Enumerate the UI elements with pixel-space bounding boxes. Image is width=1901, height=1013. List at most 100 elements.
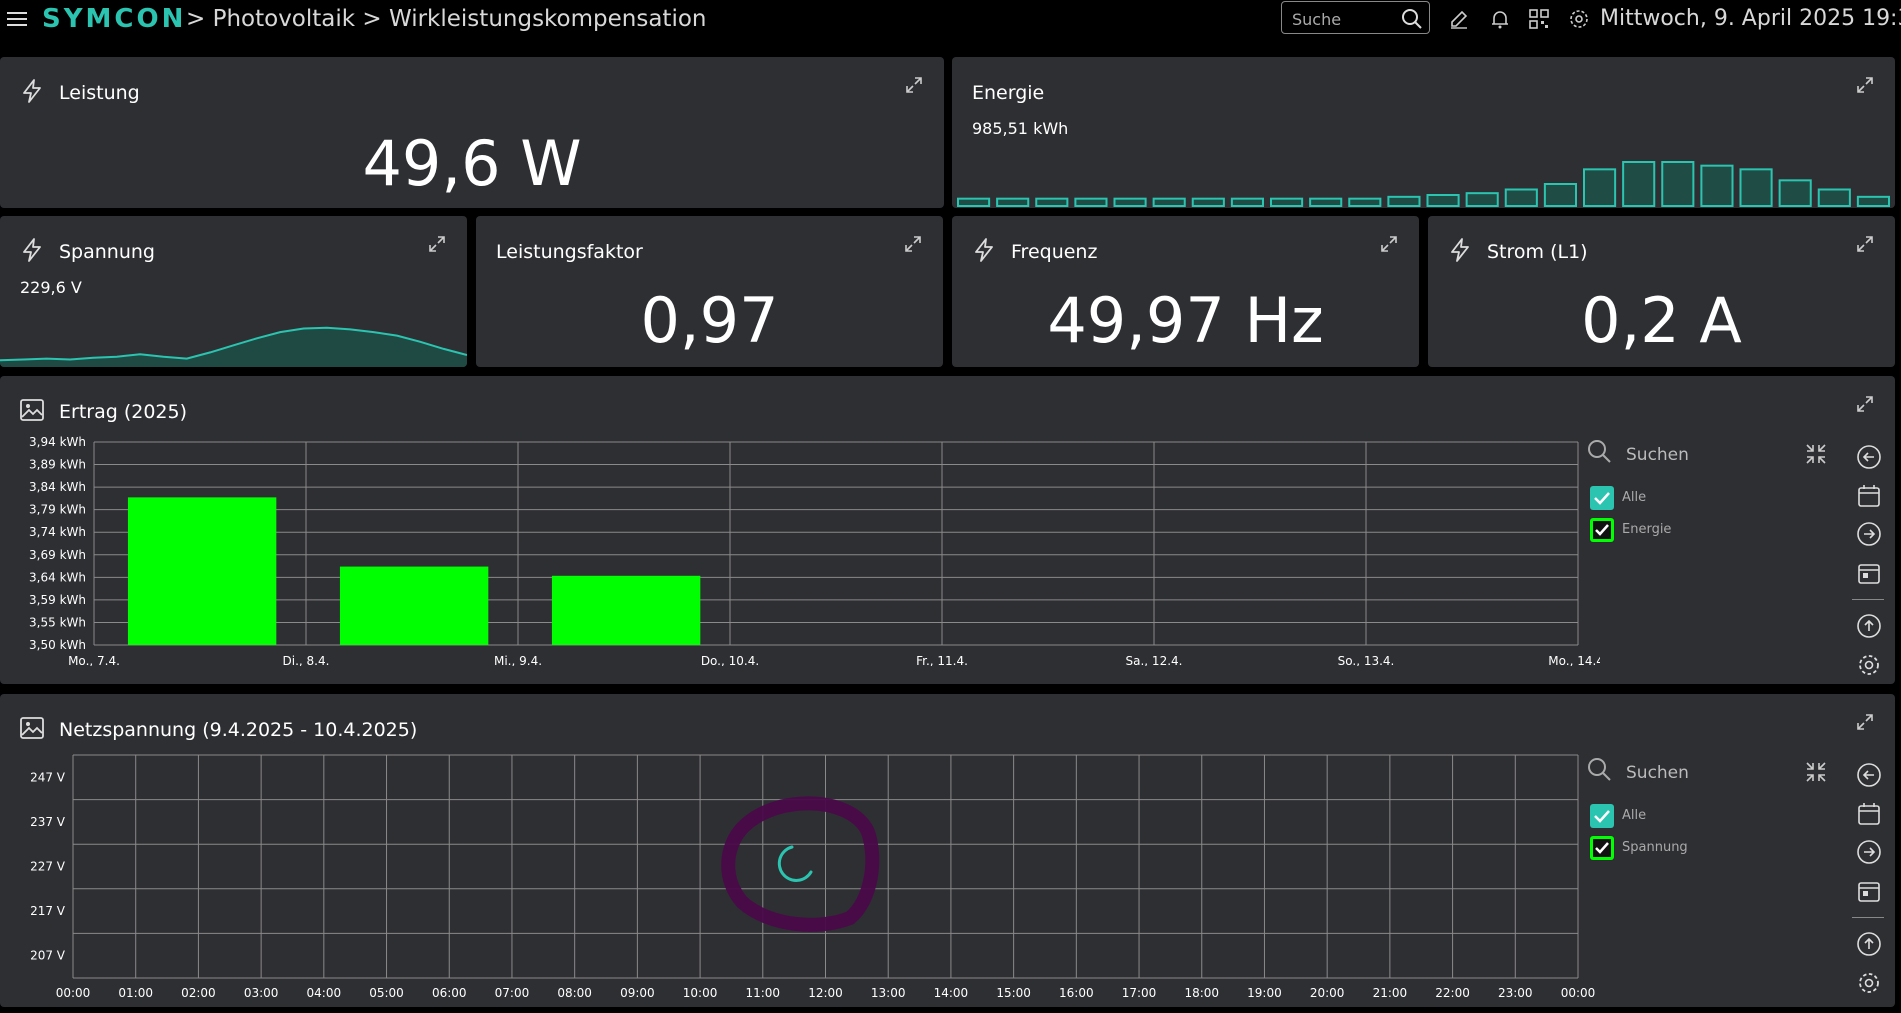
energy-bar (1504, 188, 1538, 207)
collapse-icon[interactable] (1804, 760, 1828, 784)
energy-bar (996, 197, 1030, 208)
energy-bar (1191, 197, 1225, 208)
arrow-up-circle-icon[interactable] (1856, 931, 1882, 957)
expand-icon[interactable] (1855, 234, 1875, 254)
image-icon (20, 717, 44, 739)
checkbox-alle[interactable] (1590, 804, 1614, 828)
y-tick-label: 3,84 kWh (29, 480, 86, 494)
energy-bar (957, 197, 991, 208)
x-tick-label: 03:00 (244, 986, 279, 997)
x-tick-label: 11:00 (745, 986, 780, 997)
calendar-today-icon[interactable] (1856, 560, 1882, 586)
legend-label: Energie (1622, 522, 1672, 537)
tile-leistungsfaktor[interactable]: Leistungsfaktor 0,97 (476, 216, 943, 367)
x-tick-label: 21:00 (1373, 986, 1408, 997)
y-tick-label: 3,94 kWh (29, 436, 86, 449)
energy-bar (1543, 183, 1577, 207)
x-tick-label: Sa., 12.4. (1126, 654, 1183, 666)
arrow-up-circle-icon[interactable] (1856, 613, 1882, 639)
x-tick-label: 09:00 (620, 986, 655, 997)
rail-divider (1852, 917, 1884, 918)
expand-icon[interactable] (1379, 234, 1399, 254)
netzspannung-line-chart: 247 V 237 V 227 V 217 V 207 V 00:00 01:00 02:00… (30, 754, 1596, 997)
arrow-left-circle-icon[interactable] (1856, 762, 1882, 788)
x-tick-label: 00:00 (56, 986, 91, 997)
chart-card-netzspannung: Netzspannung (9.4.2025 - 10.4.2025) 247 … (0, 694, 1895, 1007)
tile-value: 49,97 Hz (1047, 284, 1324, 357)
chart-title: Ertrag (2025) (59, 401, 187, 423)
x-tick-label: Fr., 11.4. (916, 654, 968, 666)
expand-icon[interactable] (1855, 394, 1875, 414)
tile-value: 985,51 kWh (972, 119, 1069, 138)
energy-bar (1426, 194, 1460, 207)
x-tick-label: 08:00 (557, 986, 592, 997)
x-tick-label: 22:00 (1435, 986, 1470, 997)
gear-icon[interactable] (1856, 652, 1882, 678)
expand-icon[interactable] (903, 234, 923, 254)
energy-bar (1465, 192, 1499, 208)
expand-icon[interactable] (1855, 712, 1875, 732)
y-tick-label: 3,64 kWh (29, 570, 86, 584)
energy-bar (1035, 197, 1069, 208)
search-icon (1588, 440, 1611, 463)
expand-icon[interactable] (427, 234, 447, 254)
tile-title: Energie (972, 82, 1045, 104)
legend-label: Alle (1622, 808, 1647, 823)
tile-title: Spannung (59, 241, 155, 263)
gear-icon[interactable] (1856, 970, 1882, 996)
arrow-right-circle-icon[interactable] (1856, 839, 1882, 865)
energy-bar (1817, 188, 1851, 207)
expand-icon[interactable] (1855, 75, 1875, 95)
menu-icon[interactable] (6, 8, 28, 30)
expand-icon[interactable] (904, 75, 924, 95)
search-box[interactable] (1281, 1, 1430, 34)
collapse-icon[interactable] (1804, 442, 1828, 466)
legend-search-input[interactable] (1624, 440, 1788, 470)
legend-search-input[interactable] (1624, 758, 1788, 788)
chart-card-ertrag: Ertrag (2025) 3,94 kWh 3,89 kWh 3,84 kWh 3,… (0, 376, 1895, 684)
tile-spannung[interactable]: Spannung 229,6 V (0, 216, 467, 367)
tile-title: Strom (L1) (1487, 241, 1588, 263)
gear-icon[interactable] (1568, 8, 1590, 30)
tile-leistung[interactable]: Leistung 49,6 W (0, 57, 944, 208)
y-tick-label: 227 V (30, 860, 66, 874)
checkbox-energie[interactable] (1590, 518, 1614, 542)
calendar-icon[interactable] (1856, 483, 1882, 509)
x-tick-label: 00:00 (1561, 986, 1596, 997)
calendar-today-icon[interactable] (1856, 878, 1882, 904)
tile-strom[interactable]: Strom (L1) 0,2 A (1428, 216, 1895, 367)
arrow-left-circle-icon[interactable] (1856, 444, 1882, 470)
legend-search[interactable] (1586, 754, 1846, 794)
tile-frequenz[interactable]: Frequenz 49,97 Hz (952, 216, 1419, 367)
voltage-sparkline (0, 326, 467, 367)
energy-bar (1387, 195, 1421, 207)
loading-spinner (777, 845, 813, 882)
y-tick-label: 3,74 kWh (29, 525, 86, 539)
arrow-right-circle-icon[interactable] (1856, 521, 1882, 547)
tile-title: Leistungsfaktor (496, 241, 643, 263)
x-tick-label: 04:00 (307, 986, 342, 997)
bell-icon[interactable] (1489, 8, 1511, 30)
x-tick-label: 01:00 (118, 986, 153, 997)
search-icon[interactable] (1401, 8, 1423, 30)
lightning-icon (1451, 238, 1469, 262)
checkbox-alle[interactable] (1590, 486, 1614, 510)
symcon-logo[interactable]: SYMCON (42, 4, 186, 34)
legend-search[interactable] (1586, 436, 1846, 476)
energy-bar (1074, 197, 1108, 208)
energy-bar (1270, 197, 1304, 208)
x-tick-label: 18:00 (1184, 986, 1219, 997)
search-input[interactable] (1290, 7, 1399, 31)
legend-label: Alle (1622, 490, 1647, 505)
y-tick-label: 207 V (30, 949, 66, 963)
checkbox-spannung[interactable] (1590, 836, 1614, 860)
breadcrumb[interactable]: > Photovoltaik > Wirkleistungskompensati… (186, 6, 707, 32)
energy-sparkline (957, 161, 1890, 208)
qr-code-icon[interactable] (1528, 8, 1550, 30)
tile-energie[interactable]: Energie 985,51 kWh (952, 57, 1895, 208)
edit-icon[interactable] (1448, 8, 1470, 30)
calendar-icon[interactable] (1856, 801, 1882, 827)
y-tick-label: 3,50 kWh (29, 638, 86, 652)
y-tick-label: 237 V (30, 815, 66, 829)
x-tick-label: So., 13.4. (1338, 654, 1395, 666)
